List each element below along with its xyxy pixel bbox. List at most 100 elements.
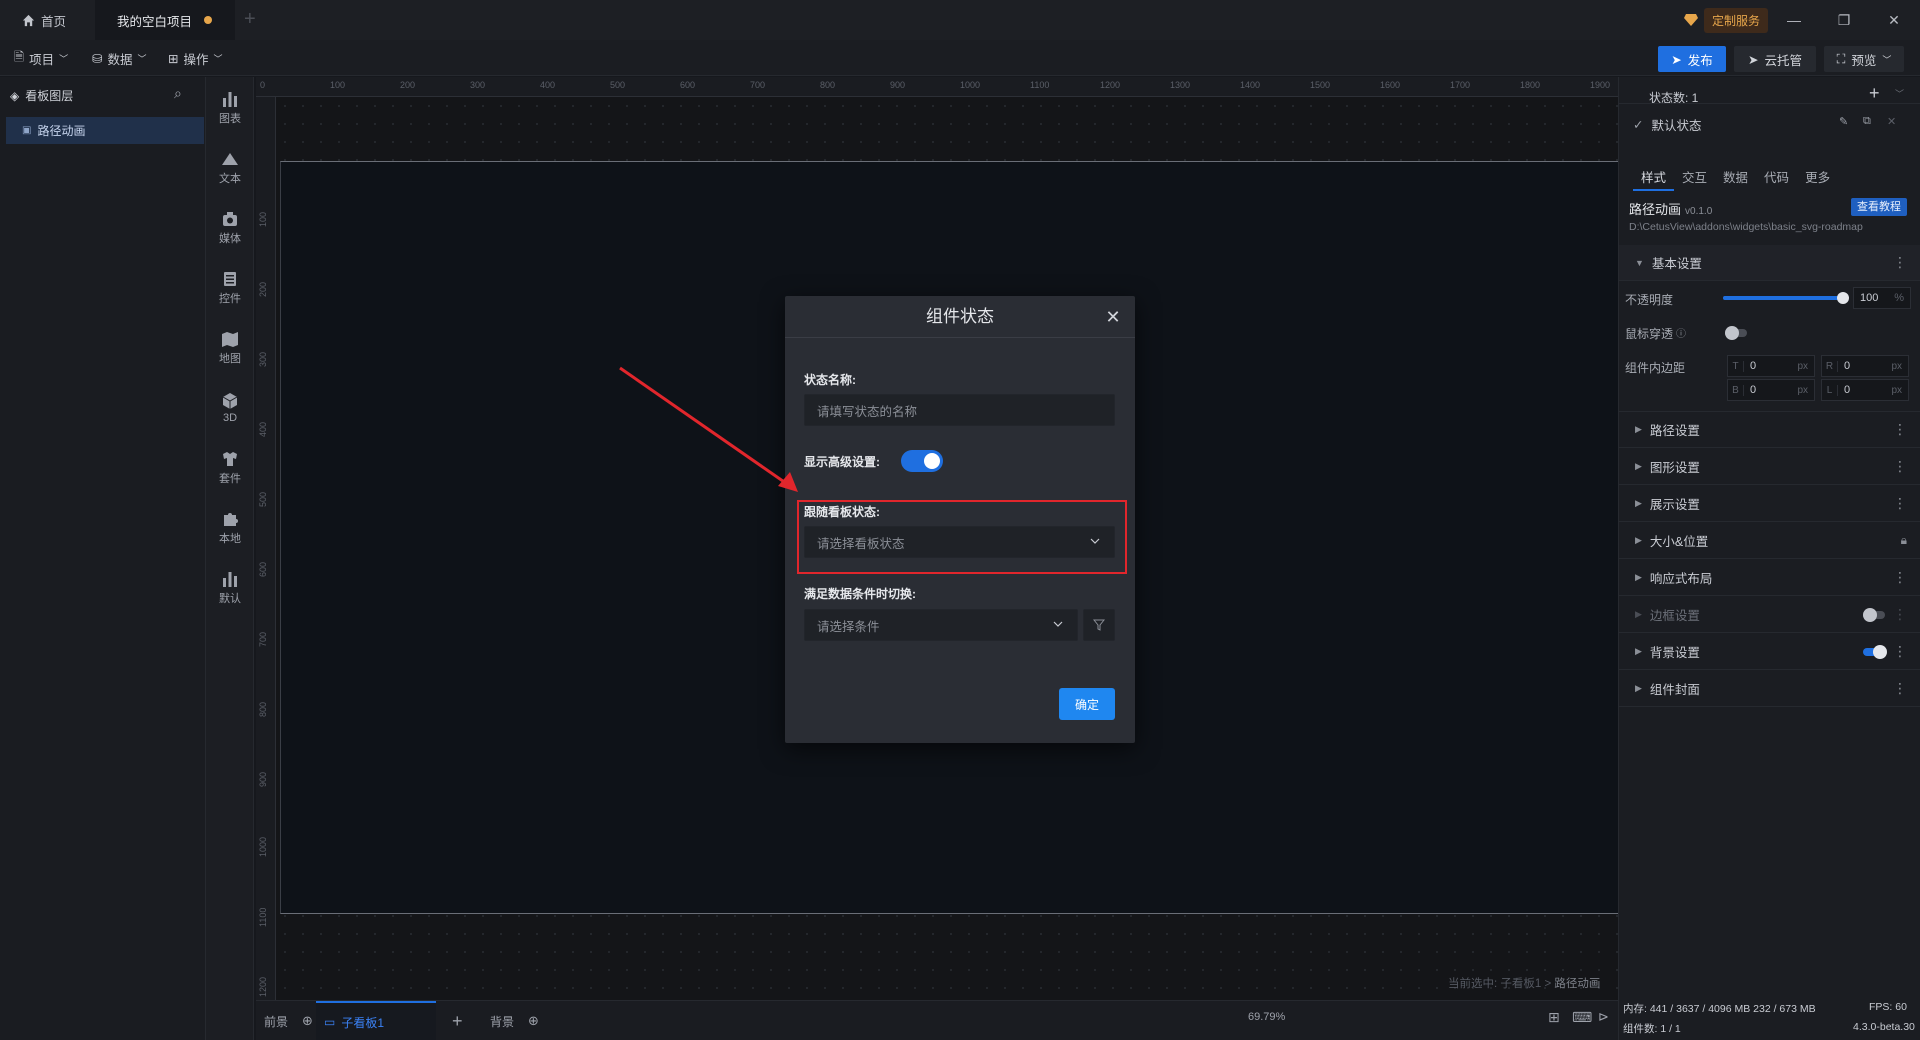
- check-icon: ✓: [1633, 117, 1644, 132]
- chevron-down-icon[interactable]: ﹀: [1895, 87, 1904, 100]
- tool-control[interactable]: 控件: [206, 263, 254, 311]
- preview-button[interactable]: ⛶ 预览 ﹀: [1824, 46, 1904, 72]
- more-icon[interactable]: ⋮: [1893, 569, 1907, 586]
- terminal-icon[interactable]: ⊳: [1598, 1009, 1609, 1025]
- padding-left-input[interactable]: L 0 px: [1821, 379, 1909, 401]
- ruler-tick-label: 700: [258, 631, 268, 647]
- home-icon: [22, 14, 35, 26]
- section-basic[interactable]: ▼ 基本设置 ⋮: [1619, 245, 1920, 281]
- cloud-hosting-button[interactable]: ➤ 云托管: [1734, 46, 1816, 72]
- search-icon[interactable]: ⌕: [174, 85, 182, 102]
- tool-media[interactable]: 媒体: [206, 203, 254, 251]
- help-icon[interactable]: ⓘ: [1676, 325, 1686, 342]
- background-toggle[interactable]: [1863, 645, 1887, 659]
- mouse-through-toggle[interactable]: [1725, 326, 1747, 340]
- keyboard-icon[interactable]: ⌨: [1572, 1009, 1592, 1026]
- padding-right-input[interactable]: R 0 px: [1821, 355, 1909, 377]
- menu-operate-label: 操作: [183, 52, 209, 67]
- fit-screen-icon[interactable]: ⊞: [1548, 1009, 1560, 1026]
- section-background[interactable]: ▶ 背景设置 ⋮: [1619, 634, 1920, 670]
- tool-default[interactable]: 默认: [206, 563, 254, 611]
- edit-icon[interactable]: ✎: [1839, 115, 1848, 128]
- tab-more[interactable]: 更多: [1797, 165, 1838, 191]
- properties-panel: 状态数: 1 + ﹀ ✓ 默认状态 ✎ ⧉ ✕ 样式 交互 数据 代码 更多 路…: [1618, 77, 1920, 1040]
- section-path-label: 路径设置: [1649, 424, 1700, 438]
- more-icon[interactable]: ⋮: [1893, 495, 1907, 512]
- section-display[interactable]: ▶ 展示设置 ⋮: [1619, 486, 1920, 522]
- tool-chart[interactable]: 图表: [206, 83, 254, 131]
- menu-data[interactable]: ⛁ 数据 ﹀: [92, 40, 147, 76]
- tool-map[interactable]: 地图: [206, 323, 254, 371]
- close-window-icon[interactable]: ✕: [1882, 8, 1906, 32]
- add-state-icon[interactable]: +: [1869, 83, 1880, 104]
- caret-right-icon: ▶: [1635, 461, 1642, 471]
- opacity-slider-fill: [1723, 296, 1843, 300]
- tab-project[interactable]: 我的空白项目: [95, 0, 235, 40]
- add-board-icon[interactable]: +: [452, 1001, 463, 1040]
- more-icon[interactable]: ⋮: [1893, 254, 1907, 271]
- padding-right-unit: px: [1891, 360, 1902, 372]
- title-bar: 首页 我的空白项目 + 定制服务 — ❐ ✕: [0, 0, 1920, 40]
- lock-icon[interactable]: 🔒︎: [1901, 533, 1907, 548]
- publish-button[interactable]: ➤ 发布: [1658, 46, 1726, 72]
- custom-service[interactable]: 定制服务: [1684, 7, 1769, 33]
- padding-top-input[interactable]: T 0 px: [1727, 355, 1815, 377]
- layer-item[interactable]: ▣ 路径动画: [6, 117, 204, 144]
- add-circle-icon[interactable]: ⊕: [528, 1013, 539, 1029]
- section-border[interactable]: ▶ 边框设置 ⋮: [1619, 597, 1920, 633]
- tab-style[interactable]: 样式: [1633, 165, 1675, 191]
- section-shape[interactable]: ▶ 图形设置 ⋮: [1619, 449, 1920, 485]
- tool-text[interactable]: 文本: [206, 143, 254, 191]
- border-toggle[interactable]: [1863, 608, 1885, 622]
- close-icon[interactable]: ✕: [1103, 307, 1123, 327]
- ruler-tick-label: 300: [470, 80, 486, 90]
- padding-bottom-input[interactable]: B 0 px: [1727, 379, 1815, 401]
- delete-icon[interactable]: ✕: [1887, 115, 1896, 128]
- more-icon[interactable]: ⋮: [1893, 421, 1907, 438]
- more-icon[interactable]: ⋮: [1893, 680, 1907, 697]
- confirm-button[interactable]: 确定: [1059, 688, 1115, 720]
- tab-home[interactable]: 首页: [0, 0, 95, 40]
- padding-left-value: 0: [1844, 384, 1851, 396]
- section-responsive[interactable]: ▶ 响应式布局 ⋮: [1619, 560, 1920, 596]
- copy-icon[interactable]: ⧉: [1863, 115, 1871, 128]
- ruler-tick-label: 900: [258, 771, 268, 787]
- menu-operate[interactable]: ⊞ 操作 ﹀: [168, 40, 223, 76]
- zoom-level[interactable]: 69.79%: [1248, 1011, 1285, 1023]
- opacity-input[interactable]: 100 %: [1853, 287, 1911, 309]
- tab-interaction[interactable]: 交互: [1674, 165, 1715, 191]
- opacity-slider[interactable]: [1723, 292, 1849, 304]
- more-icon[interactable]: ⋮: [1893, 458, 1907, 475]
- menu-project[interactable]: 🗎 项目 ﹀: [14, 40, 68, 76]
- media-icon: [223, 211, 237, 226]
- minimize-icon[interactable]: —: [1782, 8, 1806, 32]
- filter-condition-button[interactable]: [1083, 609, 1115, 641]
- show-advanced-toggle[interactable]: [901, 450, 943, 472]
- section-cover[interactable]: ▶ 组件封面 ⋮: [1619, 671, 1920, 707]
- condition-select[interactable]: 请选择条件: [804, 609, 1078, 641]
- tool-suite[interactable]: 套件: [206, 443, 254, 491]
- more-icon[interactable]: ⋮: [1893, 643, 1907, 660]
- restore-icon[interactable]: ❐: [1832, 8, 1856, 32]
- image-icon: ▣: [22, 125, 32, 136]
- puzzle-icon: [224, 512, 238, 526]
- tab-data[interactable]: 数据: [1715, 165, 1756, 191]
- section-size-position[interactable]: ▶ 大小&位置 🔒︎: [1619, 523, 1920, 559]
- state-name-input[interactable]: 请填写状态的名称: [804, 394, 1115, 426]
- section-path[interactable]: ▶ 路径设置 ⋮: [1619, 412, 1920, 448]
- ruler-tick-label: 1800: [1520, 80, 1541, 90]
- add-tab-icon[interactable]: +: [244, 8, 256, 31]
- tab-child-board[interactable]: ▭ 子看板1: [316, 1001, 436, 1040]
- more-icon[interactable]: ⋮: [1893, 606, 1907, 623]
- cloud-label: 云托管: [1764, 53, 1802, 68]
- tab-background[interactable]: 背景 ⊕: [490, 1001, 539, 1040]
- tutorial-button[interactable]: 查看教程: [1851, 198, 1907, 216]
- opacity-slider-handle[interactable]: [1837, 292, 1849, 304]
- tab-foreground[interactable]: 前景 ⊕: [264, 1001, 313, 1040]
- tool-local[interactable]: 本地: [206, 503, 254, 551]
- tool-3d[interactable]: 3D: [206, 383, 254, 431]
- tab-code[interactable]: 代码: [1756, 165, 1797, 191]
- ruler-tick-label: 200: [400, 80, 416, 90]
- caret-right-icon: ▶: [1635, 498, 1642, 508]
- add-circle-icon[interactable]: ⊕: [302, 1013, 313, 1029]
